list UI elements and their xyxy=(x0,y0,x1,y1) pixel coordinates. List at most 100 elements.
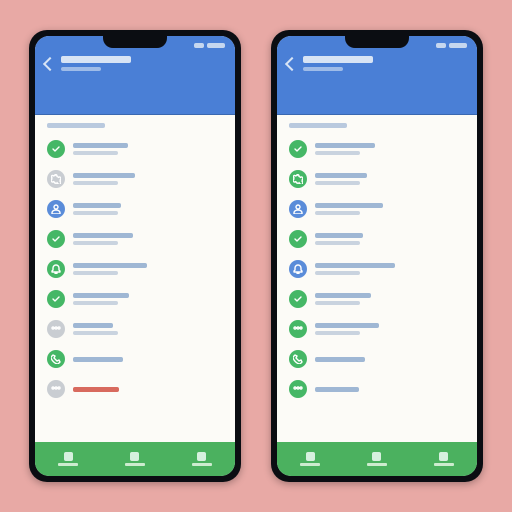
settings-row[interactable] xyxy=(35,314,235,344)
screen xyxy=(35,36,235,476)
dots-icon xyxy=(47,380,65,398)
check-icon xyxy=(47,290,65,308)
row-sublabel xyxy=(73,211,118,215)
nav-apps[interactable] xyxy=(125,452,145,466)
phone-icon xyxy=(289,350,307,368)
profile-icon xyxy=(439,452,448,461)
settings-row[interactable] xyxy=(35,194,235,224)
settings-row[interactable] xyxy=(35,344,235,374)
row-label xyxy=(73,203,121,208)
nav-home[interactable] xyxy=(58,452,78,466)
row-label xyxy=(73,293,129,298)
page-subtitle xyxy=(303,67,343,71)
title-area xyxy=(303,56,467,71)
page-title xyxy=(61,56,131,63)
title-bar xyxy=(277,52,477,71)
bottom-nav xyxy=(35,442,235,476)
row-sublabel xyxy=(315,151,360,155)
row-label xyxy=(73,263,147,268)
settings-row[interactable] xyxy=(277,344,477,374)
settings-row[interactable] xyxy=(277,224,477,254)
phone-left xyxy=(29,30,241,482)
settings-row[interactable] xyxy=(277,314,477,344)
gear-icon xyxy=(289,170,307,188)
settings-row[interactable] xyxy=(277,194,477,224)
home-icon xyxy=(64,452,73,461)
notch xyxy=(345,36,409,48)
home-icon xyxy=(306,452,315,461)
content xyxy=(277,115,477,442)
back-icon[interactable] xyxy=(43,56,57,70)
row-label xyxy=(73,357,123,362)
apps-icon xyxy=(372,452,381,461)
row-label xyxy=(315,323,379,328)
settings-list-left xyxy=(35,134,235,404)
row-sublabel xyxy=(73,241,118,245)
dots-icon xyxy=(289,380,307,398)
user-icon xyxy=(289,200,307,218)
status-indicator xyxy=(194,43,204,48)
row-label xyxy=(73,143,128,148)
row-label xyxy=(73,387,119,392)
section-label xyxy=(35,115,235,134)
title-bar xyxy=(35,52,235,71)
nav-apps[interactable] xyxy=(367,452,387,466)
check-icon xyxy=(47,230,65,248)
row-label xyxy=(315,173,367,178)
row-label xyxy=(315,387,359,392)
page-title xyxy=(303,56,373,63)
apps-icon xyxy=(130,452,139,461)
status-indicator xyxy=(207,43,225,48)
back-icon[interactable] xyxy=(285,56,299,70)
settings-row[interactable] xyxy=(35,134,235,164)
check-icon xyxy=(289,290,307,308)
settings-row[interactable] xyxy=(277,164,477,194)
row-label xyxy=(73,233,133,238)
notch xyxy=(103,36,167,48)
row-sublabel xyxy=(315,211,360,215)
settings-row[interactable] xyxy=(35,164,235,194)
nav-profile[interactable] xyxy=(434,452,454,466)
row-sublabel xyxy=(315,331,360,335)
content xyxy=(35,115,235,442)
row-sublabel xyxy=(315,271,360,275)
row-sublabel xyxy=(73,301,118,305)
settings-row[interactable] xyxy=(277,374,477,404)
row-label xyxy=(315,143,375,148)
status-indicator xyxy=(449,43,467,48)
dots-icon xyxy=(47,320,65,338)
row-sublabel xyxy=(73,151,118,155)
row-label xyxy=(315,263,395,268)
profile-icon xyxy=(197,452,206,461)
settings-row[interactable] xyxy=(35,284,235,314)
phone-right xyxy=(271,30,483,482)
settings-row[interactable] xyxy=(277,254,477,284)
phone-icon xyxy=(47,350,65,368)
row-sublabel xyxy=(73,331,118,335)
row-sublabel xyxy=(315,181,360,185)
settings-row[interactable] xyxy=(35,374,235,404)
user-icon xyxy=(47,200,65,218)
row-sublabel xyxy=(315,241,360,245)
row-label xyxy=(315,293,371,298)
bell-icon xyxy=(289,260,307,278)
bottom-nav xyxy=(277,442,477,476)
row-sublabel xyxy=(315,301,360,305)
screen xyxy=(277,36,477,476)
page-subtitle xyxy=(61,67,101,71)
check-icon xyxy=(289,230,307,248)
settings-row[interactable] xyxy=(35,254,235,284)
nav-profile[interactable] xyxy=(192,452,212,466)
row-label xyxy=(315,233,363,238)
settings-row[interactable] xyxy=(277,134,477,164)
title-area xyxy=(61,56,225,71)
row-label xyxy=(315,203,383,208)
row-sublabel xyxy=(73,271,118,275)
section-label xyxy=(277,115,477,134)
check-icon xyxy=(289,140,307,158)
bell-icon xyxy=(47,260,65,278)
row-sublabel xyxy=(73,181,118,185)
settings-row[interactable] xyxy=(277,284,477,314)
settings-row[interactable] xyxy=(35,224,235,254)
nav-home[interactable] xyxy=(300,452,320,466)
